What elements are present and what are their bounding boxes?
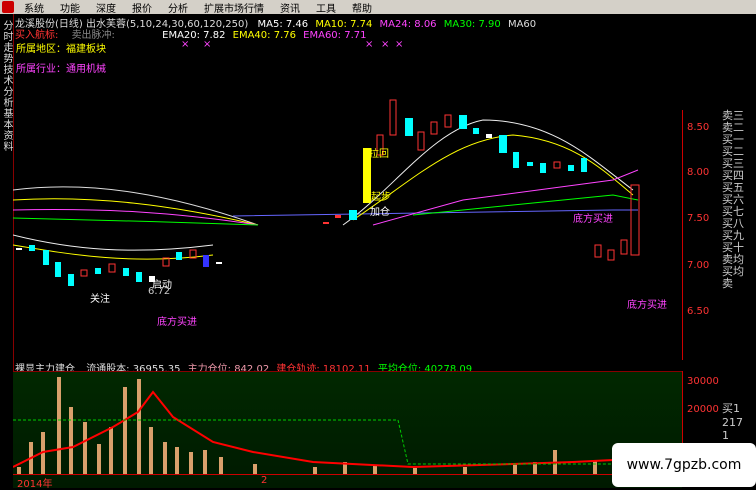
svg-text:×: × xyxy=(203,40,211,50)
order-book-label: 卖二 xyxy=(722,121,744,134)
indicator-tick: 20000 xyxy=(687,404,719,415)
order-book-label: 买六 xyxy=(722,193,744,206)
order-book-label: 买七 xyxy=(722,205,744,218)
order-book-label: 买三 xyxy=(722,157,744,170)
indicator-panel xyxy=(13,371,682,488)
menu-item-help[interactable]: 帮助 xyxy=(344,0,380,15)
menu-item-quote[interactable]: 报价 xyxy=(124,0,160,15)
order-book-label: 买九 xyxy=(722,229,744,242)
date-label: 2 xyxy=(261,475,268,486)
side-tab-strip: 分时走势 技术分析 基本资料 xyxy=(0,14,14,487)
price-tick: 7.00 xyxy=(687,260,710,271)
side-tab-technical[interactable]: 技术分析 xyxy=(1,64,12,108)
svg-text:×: × xyxy=(181,40,189,50)
order-book-label: 卖均 xyxy=(722,253,744,266)
annotation-qibu: 起步 xyxy=(371,192,391,203)
annotation-bottom-buy-3: 底方买进 xyxy=(627,300,667,311)
watermark: www.7gpzb.com xyxy=(612,443,756,487)
annotation-672: 6.72 xyxy=(148,286,171,297)
svg-text:×: × xyxy=(395,40,403,50)
price-tick: 8.00 xyxy=(687,167,710,178)
svg-text:×: × xyxy=(381,40,389,50)
build-track-line xyxy=(13,390,682,469)
order-book-label: 买二 xyxy=(722,145,744,158)
menu-item-analysis[interactable]: 分析 xyxy=(160,0,196,15)
menu-item-depth[interactable]: 深度 xyxy=(88,0,124,15)
side-tab-fundamental[interactable]: 基本资料 xyxy=(1,108,12,152)
signal-markers: × × × × × xyxy=(181,40,403,50)
order-book-label: 买八 xyxy=(722,217,744,230)
order-book-panel: 卖三 卖二 买一 买二 买三 买四 买五 买六 买七 买八 买九 买十 卖均 买… xyxy=(722,110,756,355)
annotation-jiacang: 加仓 xyxy=(370,207,390,218)
price-tick: 6.50 xyxy=(687,306,710,317)
candlestick-chart: × × × × × xyxy=(13,40,640,286)
annotation-xiandong: 拉回 xyxy=(369,149,389,160)
price-tick: 7.50 xyxy=(687,213,710,224)
side-buy-count: 1 xyxy=(722,429,729,442)
indicator-tick: 30000 xyxy=(687,376,719,387)
annotation-bottom-buy-2: 底方买进 xyxy=(573,214,613,225)
moving-average-lines xyxy=(13,119,639,260)
menu-item-extended-market[interactable]: 扩展市场行情 xyxy=(196,0,272,15)
ma24-value: MA24: 8.06 xyxy=(379,19,437,30)
svg-text:×: × xyxy=(365,40,373,50)
side-tab-intraday[interactable]: 分时走势 xyxy=(1,20,12,64)
menu-bar: 系统 功能 深度 报价 分析 扩展市场行情 资讯 工具 帮助 xyxy=(0,0,756,15)
annotation-guanzhu: 关注 xyxy=(90,294,110,305)
order-book-label: 买均 xyxy=(722,265,744,278)
menu-item-news[interactable]: 资讯 xyxy=(272,0,308,15)
order-book-label: 买一 xyxy=(722,133,744,146)
order-book-label: 买四 xyxy=(722,169,744,182)
price-axis: 8.50 8.00 7.50 7.00 6.50 xyxy=(682,110,723,360)
date-axis: 2014年 2 xyxy=(13,474,682,490)
indicator-side-panel: 买1 217 1 xyxy=(722,400,743,442)
menu-item-tools[interactable]: 工具 xyxy=(308,0,344,15)
annotation-bottom-buy-1: 底方买进 xyxy=(157,317,197,328)
order-book-label: 卖 xyxy=(722,277,733,290)
order-book-label: 买十 xyxy=(722,241,744,254)
ma30-value: MA30: 7.90 xyxy=(443,19,501,30)
side-buy-label: 买1 xyxy=(722,402,740,415)
indicator-chart xyxy=(13,377,682,475)
date-label: 2014年 xyxy=(17,479,53,490)
menu-item-system[interactable]: 系统 xyxy=(16,0,52,15)
ma60-value: MA60 xyxy=(507,19,537,30)
app-icon xyxy=(2,1,14,13)
price-tick: 8.50 xyxy=(687,122,710,133)
chart-subtitle-row: 买入航标: 卖出脉冲: EMA20: 7.82 EMA40: 7.76 EMA6… xyxy=(15,26,366,41)
side-buy-volume: 217 xyxy=(722,416,743,429)
menu-item-function[interactable]: 功能 xyxy=(52,0,88,15)
order-book-label: 买五 xyxy=(722,181,744,194)
order-book-label: 卖三 xyxy=(722,109,744,122)
